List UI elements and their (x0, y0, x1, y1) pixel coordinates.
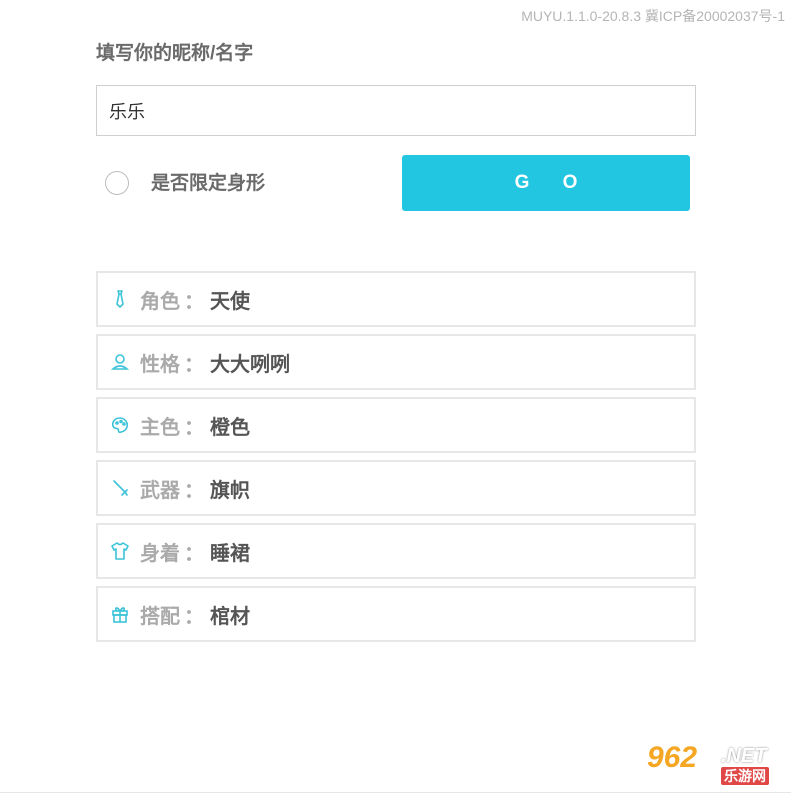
result-value-accessory: 棺材 (210, 605, 250, 628)
result-value-role: 天使 (210, 290, 250, 313)
result-value-weapon: 旗帜 (210, 479, 250, 502)
shirt-icon (110, 541, 130, 561)
sword-icon (110, 478, 130, 498)
palette-icon (110, 415, 130, 435)
result-item-accessory: 搭配：棺材 (96, 586, 696, 642)
result-value-personality: 大大咧咧 (210, 353, 290, 376)
tie-icon (110, 289, 130, 309)
result-item-main-color: 主色：橙色 (96, 397, 696, 453)
name-input[interactable] (96, 85, 696, 136)
result-item-outfit: 身着：睡裙 (96, 523, 696, 579)
watermark-logo: 962 .NET 乐游网 (647, 743, 783, 787)
result-item-role: 角色：天使 (96, 271, 696, 327)
gift-icon (110, 604, 130, 624)
result-value-outfit: 睡裙 (210, 542, 250, 565)
result-value-main-color: 橙色 (210, 416, 250, 439)
option-row: 是否限定身形 G O (96, 155, 696, 211)
version-text: MUYU.1.1.0-20.8.3 冀ICP备20002037号-1 (521, 8, 785, 24)
limit-body-label: 是否限定身形 (151, 173, 266, 194)
result-item-personality: 性格：大大咧咧 (96, 334, 696, 390)
results-list: 角色：天使 性格：大大咧咧 主色：橙色 武器 ： 旗帜 身着 ： 睡裙 搭配 ：… (96, 271, 696, 649)
result-item-weapon: 武器：旗帜 (96, 460, 696, 516)
name-label: 填写你的昵称/名字 (96, 43, 254, 64)
limit-body-radio[interactable] (105, 171, 129, 195)
person-icon (110, 352, 130, 372)
name-form: 填写你的昵称/名字 是否限定身形 G O (96, 40, 696, 211)
go-button[interactable]: G O (402, 155, 690, 211)
